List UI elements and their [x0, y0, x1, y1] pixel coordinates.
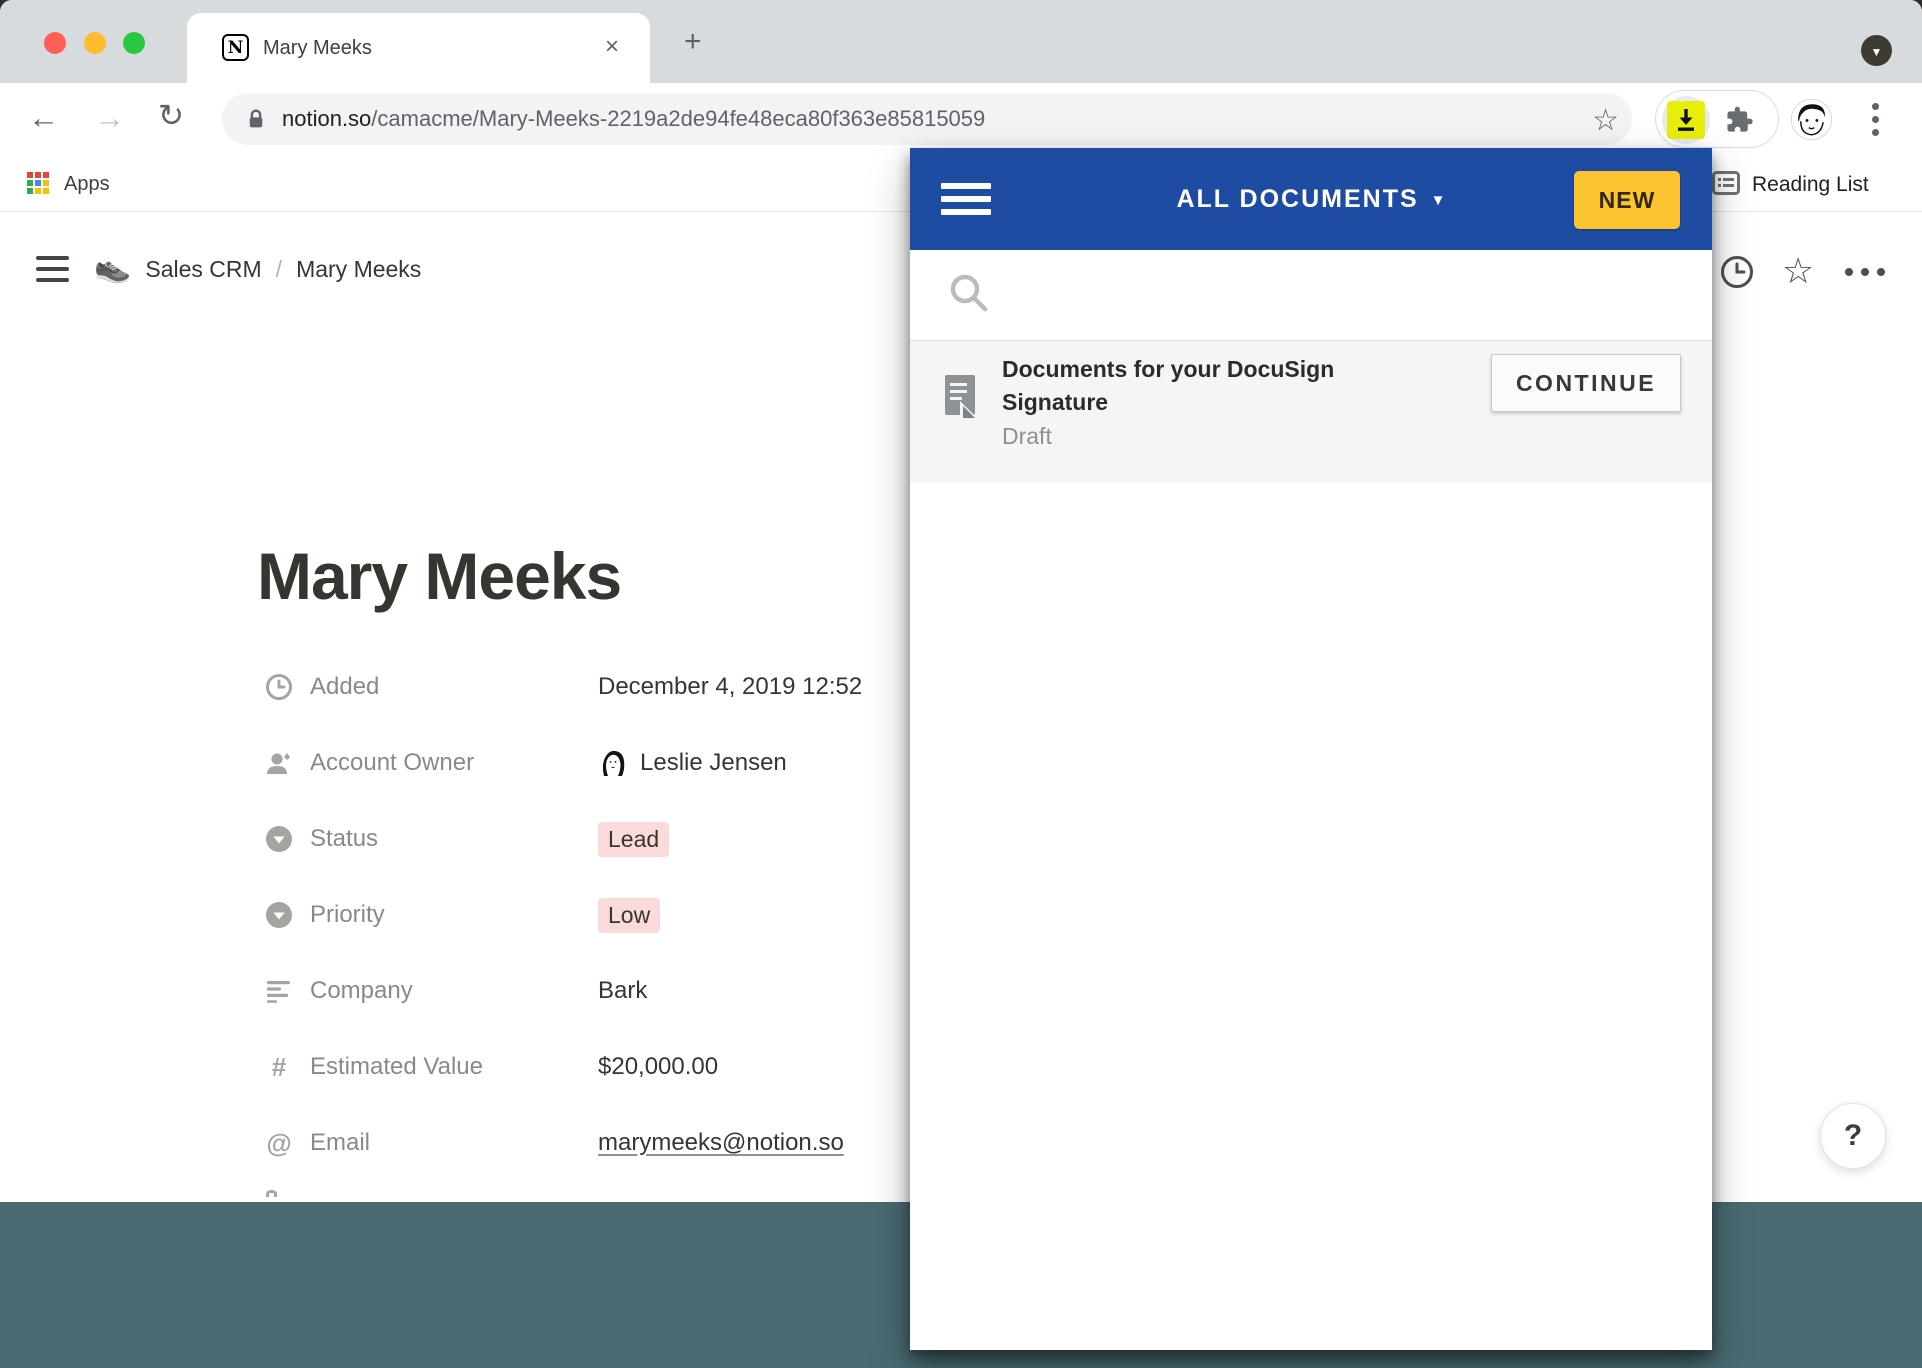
notion-favicon-icon: N	[222, 34, 249, 61]
person-avatar	[598, 748, 628, 778]
document-status: Draft	[1002, 423, 1052, 450]
new-tab-button[interactable]: +	[684, 32, 702, 52]
person-icon	[264, 748, 294, 778]
property-value-added[interactable]: December 4, 2019 12:52	[598, 673, 862, 701]
download-arrow-icon	[1673, 107, 1699, 133]
bookmark-star-icon[interactable]: ☆	[1592, 103, 1619, 138]
select-dropdown-icon	[264, 824, 294, 854]
browser-window: N Mary Meeks × + ▼ ← → ↻ notion.so/camac…	[0, 0, 1922, 1368]
property-label: Added	[310, 673, 598, 701]
window-close-button[interactable]	[44, 32, 66, 54]
extensions-puzzle-icon[interactable]	[1722, 104, 1754, 136]
new-document-button[interactable]: NEW	[1574, 171, 1680, 229]
properties-list: Added December 4, 2019 12:52 Account Own…	[264, 649, 910, 1181]
text-lines-icon	[264, 976, 294, 1006]
url-text: notion.so/camacme/Mary-Meeks-2219a2de94f…	[282, 106, 985, 132]
docusign-panel: ALL DOCUMENTS ▼ NEW Documents for your D…	[910, 148, 1712, 1350]
search-icon[interactable]	[948, 272, 990, 314]
property-row-email[interactable]: @ Email marymeeks@notion.so	[264, 1105, 910, 1181]
property-value-company[interactable]: Bark	[598, 977, 647, 1005]
extensions-container	[1655, 90, 1779, 148]
window-zoom-button[interactable]	[123, 32, 145, 54]
docusign-extension-icon[interactable]	[1667, 101, 1705, 139]
document-list-item[interactable]: Documents for your DocuSign Signature Dr…	[910, 341, 1712, 483]
breadcrumb-workspace[interactable]: Sales CRM	[145, 256, 261, 283]
continue-button[interactable]: CONTINUE	[1491, 354, 1681, 412]
breadcrumb-separator: /	[276, 256, 282, 283]
email-link[interactable]: marymeeks@notion.so	[598, 1129, 844, 1157]
select-dropdown-icon	[264, 900, 294, 930]
property-value-estimated[interactable]: $20,000.00	[598, 1053, 718, 1081]
property-row-status[interactable]: Status Lead	[264, 801, 910, 877]
reading-list-button[interactable]: Reading List	[1752, 173, 1869, 197]
url-domain: notion.so	[282, 106, 371, 131]
apps-bookmark[interactable]: Apps	[64, 173, 110, 196]
page-favorite-star-icon[interactable]: ☆	[1782, 250, 1814, 292]
breadcrumb-page[interactable]: Mary Meeks	[296, 256, 421, 283]
document-title[interactable]: Documents for your DocuSign Signature	[1002, 353, 1412, 419]
documents-dropdown-label: ALL DOCUMENTS	[1176, 185, 1418, 214]
property-row-added[interactable]: Added December 4, 2019 12:52	[264, 649, 910, 725]
property-row-priority[interactable]: Priority Low	[264, 877, 910, 953]
property-value-account-owner[interactable]: Leslie Jensen	[640, 749, 787, 777]
browser-tab[interactable]: N Mary Meeks ×	[187, 13, 650, 83]
property-row-company[interactable]: Company Bark	[264, 953, 910, 1029]
property-label: Status	[310, 825, 598, 853]
address-bar[interactable]: notion.so/camacme/Mary-Meeks-2219a2de94f…	[222, 93, 1632, 145]
browser-menu-button[interactable]	[1872, 103, 1880, 137]
page-history-icon[interactable]	[1720, 255, 1754, 289]
close-tab-icon[interactable]: ×	[605, 33, 619, 61]
document-signature-icon	[942, 373, 980, 419]
number-hash-icon: #	[264, 1052, 294, 1082]
page-title: Mary Meeks	[257, 538, 621, 614]
priority-tag[interactable]: Low	[598, 898, 660, 933]
property-label: Account Owner	[310, 749, 598, 777]
forward-button: →	[94, 100, 125, 136]
back-button[interactable]: ←	[28, 100, 59, 136]
status-tag[interactable]: Lead	[598, 822, 669, 857]
reading-list-icon	[1712, 171, 1740, 195]
next-property-partial-icon	[266, 1190, 277, 1197]
tab-title: Mary Meeks	[263, 37, 372, 60]
property-label: Company	[310, 977, 598, 1005]
reload-button[interactable]: ↻	[158, 98, 184, 134]
window-minimize-button[interactable]	[84, 32, 106, 54]
sneaker-emoji-icon: 👟	[94, 250, 131, 285]
dropdown-triangle-icon: ▼	[1431, 192, 1446, 209]
property-row-estimated-value[interactable]: # Estimated Value $20,000.00	[264, 1029, 910, 1105]
question-mark-icon: ?	[1844, 1119, 1862, 1153]
notion-sidebar-menu-icon[interactable]	[36, 256, 69, 282]
breadcrumb: 👟 Sales CRM / Mary Meeks	[94, 252, 421, 287]
page-options-icon[interactable]	[1845, 268, 1891, 276]
lock-icon	[246, 108, 266, 130]
property-label: Estimated Value	[310, 1053, 598, 1081]
at-sign-icon: @	[264, 1128, 294, 1158]
tab-search-button[interactable]: ▼	[1861, 35, 1892, 66]
property-label: Email	[310, 1129, 598, 1157]
url-path: /camacme/Mary-Meeks-2219a2de94fe48eca80f…	[371, 106, 985, 131]
clock-icon	[264, 672, 294, 702]
profile-avatar[interactable]	[1790, 98, 1833, 141]
chevron-down-icon: ▼	[1871, 45, 1883, 59]
property-row-account-owner[interactable]: Account Owner Leslie Jensen	[264, 725, 910, 801]
help-button[interactable]: ?	[1820, 1103, 1886, 1169]
property-label: Priority	[310, 901, 598, 929]
apps-grid-icon	[27, 172, 51, 196]
